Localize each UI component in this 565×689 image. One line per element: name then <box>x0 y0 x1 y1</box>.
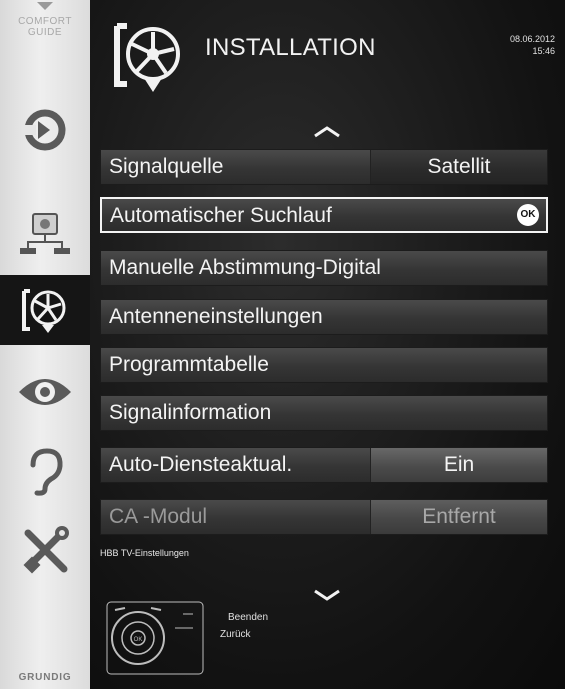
comfort-guide-header[interactable]: COMFORT GUIDE <box>0 0 90 86</box>
menu-item-label: CA -Modul <box>109 505 208 528</box>
installation-menu-panel: INSTALLATION 08.06.2012 15:46 Signalquel… <box>90 0 565 689</box>
installation-icon <box>22 289 66 333</box>
scroll-up-chevron-icon[interactable] <box>312 126 342 138</box>
menu-item-signalquelle[interactable]: Signalquelle Satellit <box>100 149 548 185</box>
scroll-up-arrow-icon <box>37 2 53 10</box>
signal-source-value[interactable]: Satellit <box>370 150 547 184</box>
sidebar-item-source[interactable] <box>0 95 90 165</box>
time-label: 15:46 <box>532 46 555 56</box>
back-legend-label: Zurück <box>220 629 251 640</box>
comfort-guide-sidebar: COMFORT GUIDE GRUNDIG <box>0 0 90 689</box>
menu-item-label: Antenneneinstellungen <box>109 305 323 328</box>
installation-header-icon <box>114 23 180 92</box>
sidebar-item-installation[interactable] <box>0 275 90 345</box>
sidebar-item-settings[interactable] <box>0 517 90 587</box>
source-icon <box>22 109 66 151</box>
date-time-display: 08.06.2012 15:46 <box>510 33 555 57</box>
menu-item-automatischer-suchlauf[interactable]: Automatischer Suchlauf OK <box>100 197 548 233</box>
comfort-guide-label: COMFORT GUIDE <box>18 16 72 38</box>
menu-item-label: Manuelle Abstimmung-Digital <box>109 256 381 279</box>
menu-item-label: Programmtabelle <box>109 353 269 376</box>
menu-item-label: Auto-Diensteaktual. <box>109 453 293 476</box>
ca-module-value: Entfernt <box>370 500 547 534</box>
sidebar-item-sound[interactable] <box>0 437 90 507</box>
page-title: INSTALLATION <box>205 34 376 61</box>
menu-item-label: Signalinformation <box>109 401 272 424</box>
remote-ok-label: OK <box>134 637 143 643</box>
scroll-down-chevron-icon[interactable] <box>312 589 342 601</box>
menu-item-auto-diensteaktualisierung[interactable]: Auto-Diensteaktual. Ein <box>100 447 548 483</box>
sidebar-item-network[interactable] <box>0 198 90 268</box>
eye-icon <box>19 379 71 405</box>
menu-item-ca-modul: CA -Modul Entfernt <box>100 499 548 535</box>
auto-service-update-value[interactable]: Ein <box>370 448 547 482</box>
date-label: 08.06.2012 <box>509 34 555 44</box>
hbbtv-settings-hint: HBB TV-Einstellungen <box>100 548 189 558</box>
exit-legend-label: Beenden <box>228 612 269 623</box>
menu-item-antenneneinstellungen[interactable]: Antenneneinstellungen <box>100 299 548 335</box>
menu-item-signalinformation[interactable]: Signalinformation <box>100 395 548 431</box>
sidebar-item-picture[interactable] <box>0 357 90 427</box>
brand-logo: GRUNDIG <box>18 672 72 683</box>
network-icon <box>20 213 70 254</box>
menu-item-manuelle-abstimmung[interactable]: Manuelle Abstimmung-Digital <box>100 250 548 286</box>
menu-item-programmtabelle[interactable]: Programmtabelle <box>100 347 548 383</box>
menu-item-label: Automatischer Suchlauf <box>110 204 332 227</box>
ok-button[interactable]: OK <box>517 204 539 226</box>
tools-icon <box>23 526 69 574</box>
ear-icon <box>30 448 63 496</box>
menu-item-label: Signalquelle <box>109 155 224 178</box>
remote-control-icon: OK <box>106 601 204 675</box>
